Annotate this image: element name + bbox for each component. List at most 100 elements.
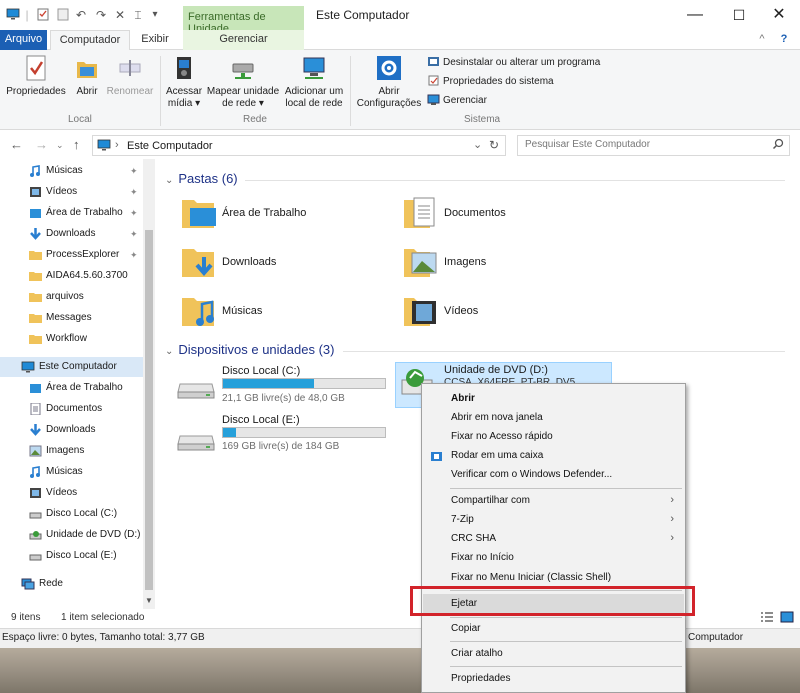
nav-item-processexplorer[interactable]: ProcessExplorer ✦ [0,245,143,265]
menu-item-open[interactable]: Abrir [423,389,684,408]
rename-button[interactable]: Renomear [105,54,155,98]
tab-computer[interactable]: Computador [50,30,130,51]
breadcrumb-current[interactable]: Este Computador [127,140,213,152]
menu-item-pin-quick-access[interactable]: Fixar no Acesso rápido [423,427,684,446]
menu-item-defender-scan[interactable]: Verificar com o Windows Defender... [423,465,684,484]
nav-item-network[interactable]: Rede [0,574,143,594]
drive-icon[interactable] [176,430,216,455]
uninstall-program-button[interactable]: Desinstalar ou alterar um programa [427,56,600,70]
recent-dropdown[interactable]: ⌄ [56,140,64,151]
nav-item-pc-images[interactable]: Imagens [0,441,143,461]
nav-item-desktop[interactable]: Área de Trabalho ✦ [0,203,143,223]
system-properties-button[interactable]: Propriedades do sistema [427,75,554,89]
nav-item-pc-desktop[interactable]: Área de Trabalho [0,378,143,398]
nav-item-aida64[interactable]: AIDA64.5.60.3700 [0,266,143,286]
folder-label[interactable]: Vídeos [444,305,478,317]
document-icon [29,402,42,416]
address-dropdown[interactable]: ⌄ [473,138,482,151]
minimize-button[interactable]: — [672,4,718,26]
search-input[interactable]: Pesquisar Este Computador [517,135,790,156]
folder-label[interactable]: Imagens [444,256,486,268]
devices-header-label: Dispositivos e unidades (3) [178,342,335,357]
music-folder-icon[interactable] [180,292,220,330]
manage-button[interactable]: Gerenciar [427,94,487,108]
nav-item-this-pc[interactable]: Este Computador [0,357,143,377]
menu-item-copy[interactable]: Copiar [423,619,684,638]
desktop-folder-icon[interactable] [180,194,220,232]
menu-item-crc-sha[interactable]: CRC SHA › [423,529,684,548]
devices-section-header[interactable]: ⌄ Dispositivos e unidades (3) [165,342,334,357]
nav-item-drive-c[interactable]: Disco Local (C:) [0,504,143,524]
nav-item-drive-e[interactable]: Disco Local (E:) [0,546,143,566]
menu-item-create-shortcut[interactable]: Criar atalho [423,644,684,663]
new-folder-icon[interactable] [56,8,70,22]
tab-view[interactable]: Exibir [135,30,175,50]
downloads-folder-icon[interactable] [180,243,220,281]
nav-item-downloads[interactable]: Downloads ✦ [0,224,143,244]
open-settings-label: Abrir [378,86,400,97]
menu-item-7zip[interactable]: 7-Zip › [423,510,684,529]
menu-item-properties[interactable]: Propriedades [423,669,684,688]
nav-item-videos[interactable]: Vídeos ✦ [0,182,143,202]
back-button[interactable]: ← [10,137,23,152]
videos-folder-icon[interactable] [400,292,440,330]
menu-item-run-in-box[interactable]: Rodar em uma caixa [423,446,684,465]
forward-button[interactable]: → [35,137,48,152]
drive-icon [29,550,42,562]
scroll-down-icon[interactable]: ▼ [145,596,153,605]
drive-e-name[interactable]: Disco Local (E:) [222,414,300,426]
tab-file[interactable]: Arquivo [0,30,47,50]
menu-item-pin-classic-shell[interactable]: Fixar no Menu Iniciar (Classic Shell) [423,568,684,587]
menu-item-open-new-window[interactable]: Abrir em nova janela [423,408,684,427]
map-drive-label: Mapear unidade [206,86,280,97]
up-button[interactable]: ↑ [73,137,80,152]
computer-icon [97,139,111,154]
nav-item-dvd-d[interactable]: Unidade de DVD (D:) [0,525,143,545]
undo-icon[interactable]: ↶ [74,8,88,22]
nav-item-pc-downloads[interactable]: Downloads [0,420,143,440]
open-button[interactable]: Abrir [72,54,102,98]
nav-item-pc-videos[interactable]: Vídeos [0,483,143,503]
redo-icon[interactable]: ↷ [94,8,108,22]
properties-button[interactable]: Propriedades [5,54,67,98]
nav-item-pc-documents[interactable]: Documentos [0,399,143,419]
tab-manage[interactable]: Gerenciar [183,30,304,50]
add-network-location-button[interactable]: Adicionar um local de rede [282,54,346,110]
map-drive-button[interactable]: Mapear unidade de rede ▾ [205,54,281,110]
folder-label[interactable]: Documentos [444,207,506,219]
folder-label[interactable]: Área de Trabalho [222,207,306,219]
rename-icon[interactable]: ⌶ [131,8,145,22]
close-button[interactable]: ✕ [756,4,800,26]
qat-dropdown[interactable]: ▾ [148,8,162,22]
nav-label: Área de Trabalho [46,207,123,218]
refresh-button[interactable]: ↻ [489,138,499,152]
open-settings-label-2: Configurações [356,98,422,109]
folder-label[interactable]: Músicas [222,305,262,317]
nav-item-pc-music[interactable]: Músicas [0,462,143,482]
address-bar[interactable]: › Este Computador ⌄ ↻ [92,135,506,156]
ribbon-collapse-icon[interactable]: ^ [755,30,769,50]
nav-item-musicas[interactable]: Músicas ✦ [0,161,143,181]
breadcrumb-separator[interactable]: › [115,139,119,151]
properties-icon[interactable] [36,8,50,22]
pictures-folder-icon[interactable] [400,243,440,281]
delete-icon[interactable]: ✕ [113,8,127,22]
help-icon[interactable]: ? [776,30,792,50]
large-icons-view-icon[interactable] [780,611,794,626]
drive-c-name[interactable]: Disco Local (C:) [222,365,300,377]
nav-item-arquivos[interactable]: arquivos [0,287,143,307]
dvd-name[interactable]: Unidade de DVD (D:) [444,364,548,376]
open-settings-button[interactable]: Abrir Configurações [354,54,424,110]
folder-label[interactable]: Downloads [222,256,276,268]
nav-item-messages[interactable]: Messages [0,308,143,328]
menu-item-pin-start[interactable]: Fixar no Início [423,548,684,567]
details-view-icon[interactable] [760,611,774,626]
folders-section-header[interactable]: ⌄ Pastas (6) [165,171,238,186]
location-info: Computador [688,632,744,643]
nav-item-workflow[interactable]: Workflow [0,329,143,349]
nav-scrollbar-thumb[interactable] [145,230,153,590]
menu-item-share-with[interactable]: Compartilhar com › [423,491,684,510]
drive-icon[interactable] [176,378,216,403]
access-media-button[interactable]: Acessar mídia ▾ [163,54,205,110]
documents-folder-icon[interactable] [400,194,440,232]
